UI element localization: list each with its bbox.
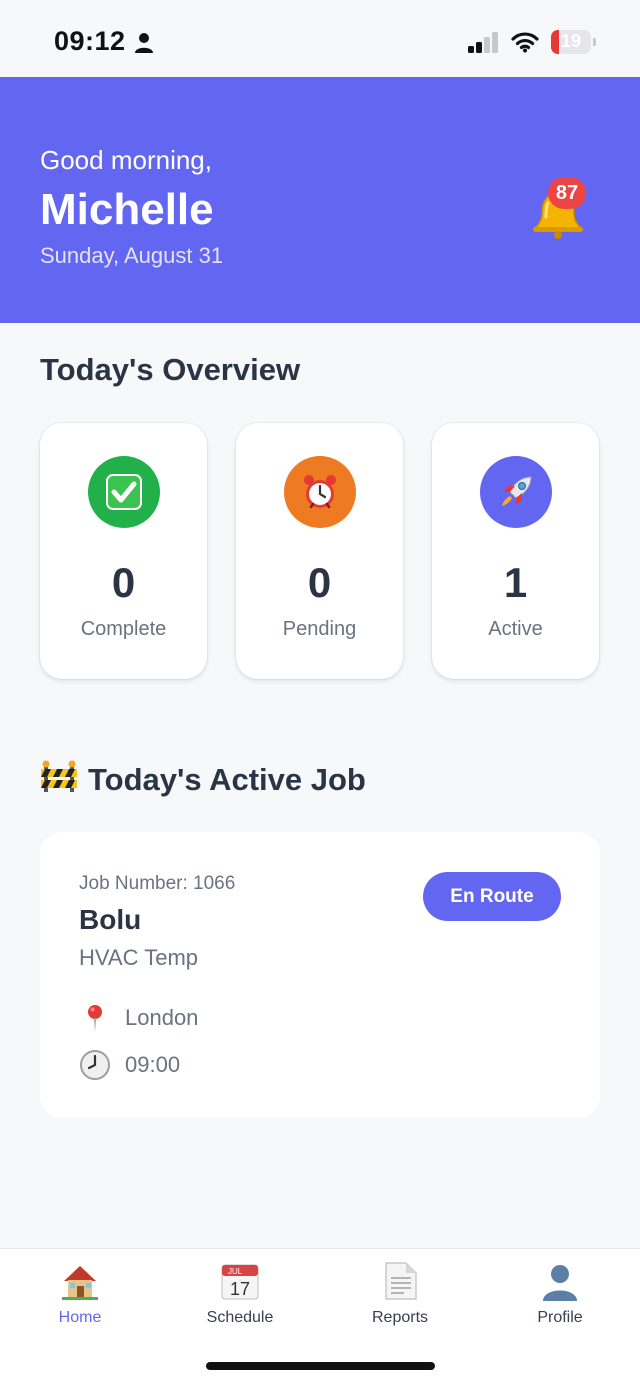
cellular-signal-icon [468, 32, 498, 53]
app-screen: 09:12 19 Good morning, Michelle Sunday, … [0, 0, 640, 1385]
document-icon [385, 1262, 417, 1300]
check-mark-icon [106, 474, 142, 510]
stat-card-active[interactable]: 1 Active [432, 423, 599, 679]
calendar-month: JUL [228, 1267, 243, 1276]
map-pin-icon [88, 1005, 102, 1032]
tab-reports[interactable]: Reports [320, 1261, 480, 1329]
tab-schedule-label: Schedule [206, 1309, 274, 1326]
stat-card-pending[interactable]: 0 Pending [236, 423, 403, 679]
person-icon [135, 33, 153, 53]
job-type: HVAC Temp [79, 945, 199, 970]
construction-barrier-icon [41, 760, 77, 792]
stat-value-complete: 0 [111, 559, 136, 606]
home-indicator[interactable] [206, 1362, 435, 1370]
stat-card-complete[interactable]: 0 Complete [40, 423, 207, 679]
tab-schedule[interactable]: JUL 17 Schedule [160, 1261, 320, 1329]
tab-profile[interactable]: Profile [480, 1261, 640, 1329]
active-job-card[interactable]: Job Number: 1066 Bolu HVAC Temp En Route… [40, 832, 600, 1118]
tab-reports-label: Reports [371, 1309, 429, 1326]
job-number: Job Number: 1066 [79, 873, 236, 894]
battery-tip [593, 38, 596, 46]
battery-level: 19 [560, 31, 582, 51]
job-status-button[interactable]: En Route [423, 872, 561, 921]
stat-label-active: Active [488, 618, 543, 640]
clock-icon [80, 1050, 110, 1080]
person-silhouette-icon [543, 1265, 577, 1301]
status-time: 09:12 [54, 26, 126, 56]
greeting-header: Good morning, Michelle Sunday, August 31… [0, 77, 640, 323]
alarm-clock-icon [304, 475, 336, 509]
notifications-button[interactable]: 87 [528, 177, 588, 239]
job-location: London [125, 1005, 199, 1030]
stat-value-active: 1 [503, 559, 528, 606]
tab-home[interactable]: Home [0, 1261, 160, 1329]
wifi-icon [511, 32, 539, 53]
job-time: 09:00 [125, 1052, 181, 1077]
stat-icon-circle [284, 456, 356, 528]
notification-badge: 87 [548, 177, 586, 209]
job-client-name: Bolu [79, 904, 142, 935]
active-job-title-text: Today's Active Job [88, 762, 366, 797]
battery-icon: 19 [551, 30, 591, 54]
calendar-day: 17 [230, 1279, 250, 1299]
overview-title: Today's Overview [40, 352, 301, 387]
stat-label-pending: Pending [282, 618, 357, 640]
house-icon [62, 1266, 98, 1300]
stat-icon-circle [88, 456, 160, 528]
calendar-icon: JUL 17 [221, 1264, 259, 1300]
stat-value-pending: 0 [307, 559, 332, 606]
rocket-icon [502, 476, 532, 506]
user-name: Michelle [40, 185, 214, 234]
stat-label-complete: Complete [80, 618, 167, 640]
current-date: Sunday, August 31 [40, 243, 224, 268]
tab-home-label: Home [58, 1309, 102, 1326]
tab-profile-label: Profile [537, 1309, 583, 1326]
stat-icon-circle [480, 456, 552, 528]
active-job-title: Today's Active Job [40, 760, 366, 798]
greeting-text: Good morning, [40, 145, 212, 175]
status-bar: 09:12 19 [0, 0, 640, 77]
